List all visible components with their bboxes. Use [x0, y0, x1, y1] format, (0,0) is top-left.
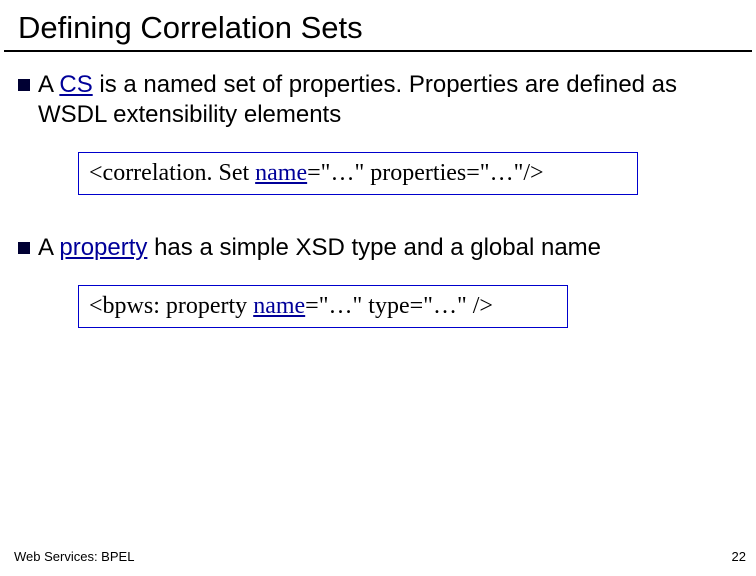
page-number: 22: [732, 549, 746, 564]
bullet-text: A property has a simple XSD type and a g…: [38, 233, 601, 263]
emphasis-term: property: [59, 234, 147, 261]
code-text: <bpws: property name="…" type="…" />: [89, 293, 493, 319]
bullet-item: A CS is a named set of properties. Prope…: [18, 70, 738, 130]
code-fragment: ="…" type="…" />: [305, 293, 493, 319]
text-fragment: is a named set of properties. Properties…: [38, 71, 677, 128]
code-fragment: <bpws: property: [89, 293, 253, 319]
slide-title: Defining Correlation Sets: [4, 0, 752, 52]
bullet-marker-icon: [18, 79, 30, 91]
code-fragment: ="…" properties="…"/>: [307, 160, 543, 186]
code-attr: name: [255, 160, 307, 186]
bullet-marker-icon: [18, 242, 30, 254]
emphasis-term: CS: [59, 71, 92, 98]
code-box: <correlation. Set name="…" properties="……: [78, 152, 638, 195]
code-attr: name: [253, 293, 305, 319]
text-fragment: A: [38, 71, 59, 98]
text-fragment: has a simple XSD type and a global name: [147, 234, 601, 261]
footer-text: Web Services: BPEL: [14, 549, 134, 564]
text-fragment: A: [38, 234, 59, 261]
code-fragment: <correlation. Set: [89, 160, 255, 186]
bullet-item: A property has a simple XSD type and a g…: [18, 233, 738, 263]
slide-content: A CS is a named set of properties. Prope…: [0, 52, 756, 328]
code-text: <correlation. Set name="…" properties="……: [89, 160, 544, 186]
bullet-text: A CS is a named set of properties. Prope…: [38, 70, 738, 130]
code-box: <bpws: property name="…" type="…" />: [78, 285, 568, 328]
